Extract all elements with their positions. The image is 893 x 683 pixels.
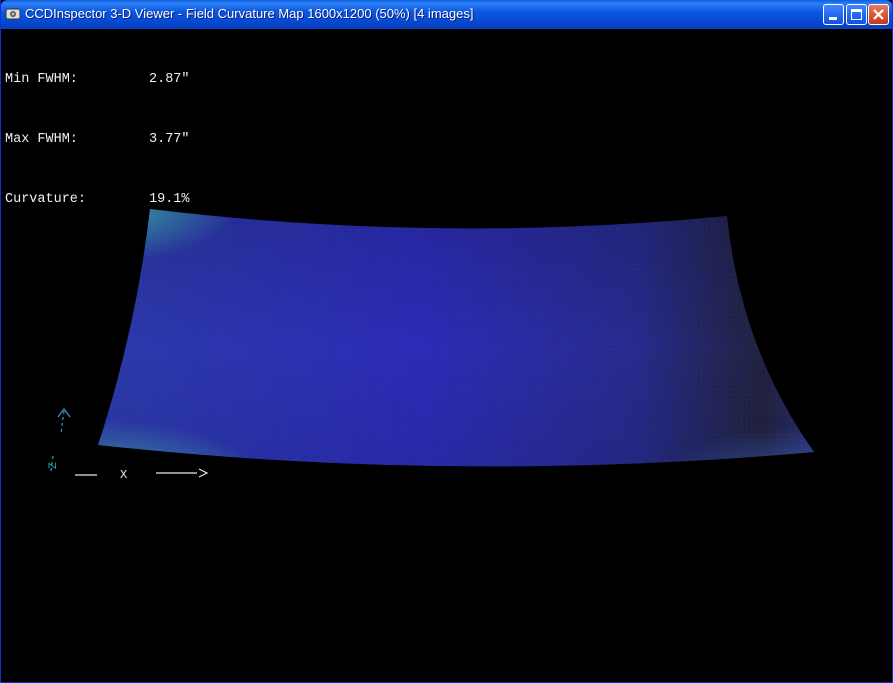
minimize-button[interactable] — [823, 4, 844, 25]
curvature-row: Curvature: 19.1% — [5, 190, 190, 210]
min-fwhm-label: Min FWHM: — [5, 72, 78, 87]
app-icon — [5, 8, 21, 20]
close-button[interactable] — [868, 4, 889, 25]
title-bar[interactable]: CCDInspector 3-D Viewer - Field Curvatur… — [1, 0, 892, 29]
viewer-window: CCDInspector 3-D Viewer - Field Curvatur… — [0, 0, 893, 683]
max-fwhm-value: 3.77" — [149, 132, 190, 147]
max-fwhm-label: Max FWHM: — [5, 132, 78, 147]
x-axis — [75, 468, 209, 478]
render-viewport[interactable]: Z X Min FWHM: 2.87" Max FWHM: 3.77" Curvat… — [1, 29, 892, 682]
curvature-label: Curvature: — [5, 192, 87, 207]
minimize-icon — [829, 17, 837, 20]
min-fwhm-value: 2.87" — [149, 72, 190, 87]
x-axis-label: X — [120, 468, 127, 482]
min-fwhm-row: Min FWHM: 2.87" — [5, 70, 190, 90]
curvature-surface — [98, 209, 814, 467]
z-axis — [57, 408, 71, 434]
maximize-button[interactable] — [846, 4, 867, 25]
window-title: CCDInspector 3-D Viewer - Field Curvatur… — [25, 6, 474, 21]
max-fwhm-row: Max FWHM: 3.77" — [5, 130, 190, 150]
fwhm-stats-panel: Min FWHM: 2.87" Max FWHM: 3.77" Curvature:… — [5, 30, 190, 250]
z-axis-label: Z — [48, 462, 60, 469]
maximize-icon — [851, 9, 862, 20]
close-icon — [873, 9, 884, 20]
curvature-value: 19.1% — [149, 192, 190, 207]
